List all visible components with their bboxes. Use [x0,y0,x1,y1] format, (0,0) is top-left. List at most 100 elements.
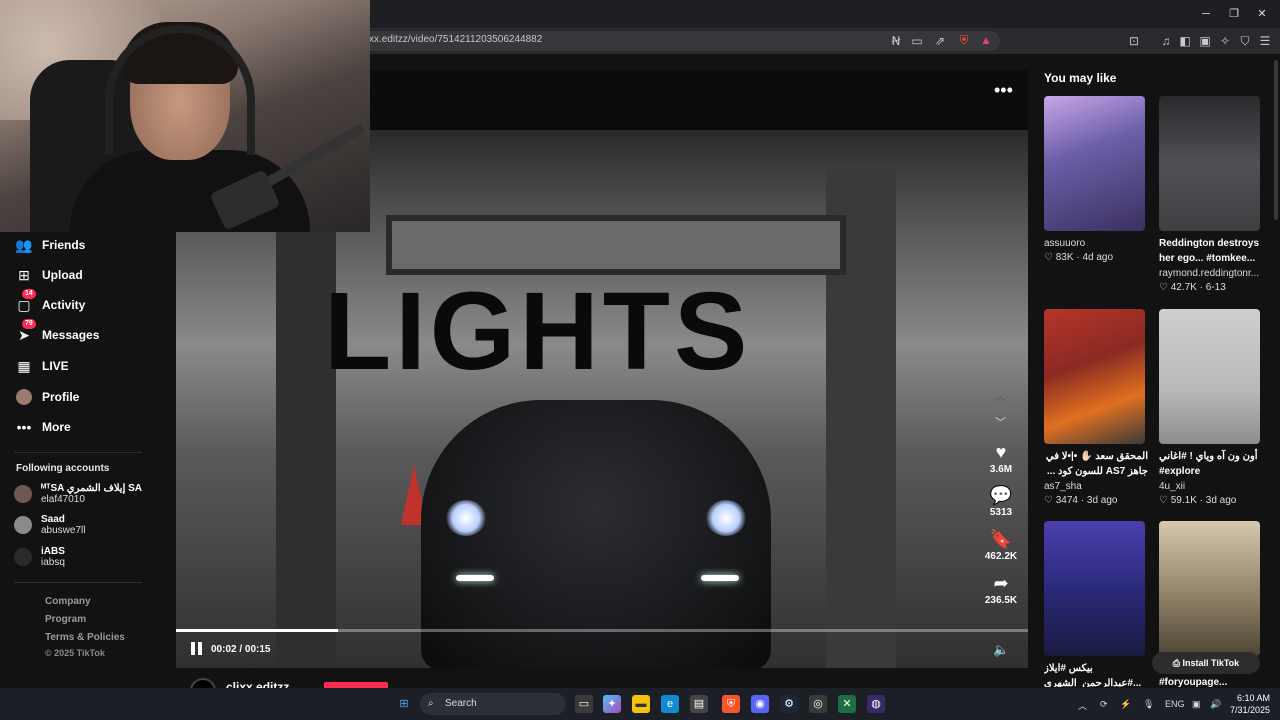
card-author[interactable]: 4u_xii [1159,481,1263,492]
card-title[interactable]: بيكس #ايلاز #عبدالرحمن_الشهري... [1044,661,1148,687]
card-title[interactable]: أون ون آه وياي ! #اغاني #explore [1159,449,1263,479]
brave-icon[interactable]: ⛨ [722,695,740,713]
edge-icon[interactable]: e [661,695,679,713]
messages-icon: ➤ 79 [14,319,36,345]
video-thumbnail[interactable] [1044,96,1145,231]
sidebar-item-label: Profile [42,390,80,404]
clock-time[interactable]: 6:10 AM [1236,693,1270,703]
sidebar-item-activity[interactable]: ▢ 14 Activity [14,289,85,316]
previous-video-chevron-icon[interactable]: ︿ [995,388,1006,404]
car-lift [386,215,846,275]
following-account[interactable]: Saad abuswe7ll [14,514,85,536]
minimize-icon[interactable]: ─ [1198,6,1214,22]
share-icon[interactable]: ⇗ [933,34,947,48]
menu-icon[interactable]: ☰ [1258,34,1272,48]
sidebar-item-friends[interactable]: 👥 Friends [14,234,85,256]
following-account[interactable]: iABS iabsq [14,546,65,568]
account-handle: abuswe7ll [41,525,86,536]
split-view-icon[interactable]: ◧ [1178,34,1192,48]
taskbar-search[interactable] [420,693,566,715]
messages-badge: 79 [22,319,36,329]
sidebar-item-live[interactable]: ▦ LIVE [14,355,68,377]
activity-icon: ▢ 14 [14,289,36,315]
install-icon: ⎙ [1172,658,1183,668]
author-row [176,668,1028,688]
discord-icon[interactable]: ◉ [751,695,769,713]
share-button[interactable]: ➦ 236.5K [982,573,1020,606]
sidebar-item-label: Upload [42,268,83,282]
sidebar-item-more[interactable]: ••• More [14,416,71,438]
card-meta: ♡ 42.7K · 6-13 [1159,282,1226,293]
wallet-icon[interactable]: ▣ [1198,34,1212,48]
tray-overflow-icon[interactable]: ︿ [1078,699,1087,712]
language-indicator[interactable]: ENG [1165,699,1185,709]
brave-shield-icon[interactable]: ⛨ [957,33,971,47]
daytime-light [456,575,494,581]
bookmark-icon: 🔖 [989,529,1013,549]
sidebar-item-label: Friends [42,238,86,252]
cast-icon[interactable]: ▭ [910,34,924,48]
windows-start-icon[interactable]: ⊞ [395,695,413,713]
video-thumbnail[interactable] [1159,521,1260,656]
scrollbar[interactable] [1274,60,1278,220]
next-video-chevron-icon[interactable]: ﹀ [995,414,1006,430]
install-tiktok-button[interactable]: ⎙ Install TikTok [1152,652,1260,674]
video-thumbnail[interactable] [1044,521,1145,656]
app-icon[interactable]: ◍ [867,695,885,713]
video-more-options-icon[interactable]: ••• [994,80,1013,101]
sidebar-item-messages[interactable]: ➤ 79 Messages [14,319,99,346]
card-title[interactable]: Reddington destroys her ego... #tomkee..… [1159,236,1263,266]
following-account[interactable]: ᴹᵀSA إيلاف الشمري SA elaf47010 [14,483,142,505]
xbox-icon[interactable]: ✕ [838,695,856,713]
clock-date[interactable]: 7/31/2025 [1228,705,1270,715]
account-name: iABS [41,546,65,557]
sidebar-panel-icon[interactable]: ⊡ [1127,34,1141,48]
card-author[interactable]: raymond.reddingtonr... [1159,268,1263,279]
footer-link-program[interactable]: Program [45,614,86,625]
brave-rewards-icon[interactable]: ▲ [979,33,993,47]
vpn-icon[interactable]: ⛉ [1238,34,1252,48]
reader-mode-icon[interactable]: Ꞥ [889,34,903,48]
card-author[interactable]: assuuoro [1044,238,1148,249]
music-icon[interactable]: ♫ [1159,34,1173,48]
volume-icon[interactable]: 🔈 [993,642,1009,658]
steam-icon[interactable]: ⚙ [780,695,798,713]
task-view-icon[interactable]: ▭ [575,695,593,713]
video-thumbnail[interactable] [1159,96,1260,231]
footer-link-terms[interactable]: Terms & Policies [45,632,125,643]
maximize-icon[interactable]: ❐ [1226,6,1242,22]
card-title[interactable]: المحقق سعد ✋🏻 •|•ﻻ في جاهز AS7 للسون كود… [1044,449,1148,479]
comment-button[interactable]: 💬 5313 [982,485,1020,518]
profile-avatar-icon [14,387,34,407]
card-title[interactable]: #foryoupage... [1159,677,1263,688]
save-button[interactable]: 🔖 462.2K [982,529,1020,562]
share-count: 236.5K [984,595,1018,606]
account-handle: iabsq [41,557,65,568]
pause-icon[interactable] [190,642,204,656]
sidebar-item-profile[interactable]: Profile [14,386,79,408]
leo-ai-icon[interactable]: ✧ [1218,34,1232,48]
file-explorer-icon[interactable]: ▬ [632,695,650,713]
following-accounts-heading: Following accounts [16,463,110,474]
copilot-icon[interactable]: ✦ [603,695,621,713]
tray-app-icon[interactable]: ⚡ [1120,699,1131,710]
speaker-icon[interactable]: 🔊 [1210,699,1221,710]
sidebar-divider [14,452,142,453]
url-text: xx.editzz/video/7514211203506244882 [369,34,543,45]
sidebar-item-upload[interactable]: ⊞ Upload [14,264,83,286]
tray-app-icon[interactable]: ⟳ [1100,699,1108,710]
daytime-light [701,575,739,581]
network-icon[interactable]: ▣ [1192,699,1201,710]
store-icon[interactable]: ▤ [690,695,708,713]
comment-count: 5313 [989,507,1013,518]
close-icon[interactable]: ✕ [1254,6,1270,22]
card-author[interactable]: as7_sha [1044,481,1148,492]
video-thumbnail[interactable] [1044,309,1145,444]
footer-link-company[interactable]: Company [45,596,91,607]
sidebar-divider [14,582,142,583]
obs-icon[interactable]: ◎ [809,695,827,713]
card-meta: ♡ 3474 · 3d ago [1044,495,1118,506]
like-button[interactable]: ♥ 3.6M [982,442,1020,475]
microphone-icon[interactable]: 🎙 [1143,699,1154,710]
video-thumbnail[interactable] [1159,309,1260,444]
